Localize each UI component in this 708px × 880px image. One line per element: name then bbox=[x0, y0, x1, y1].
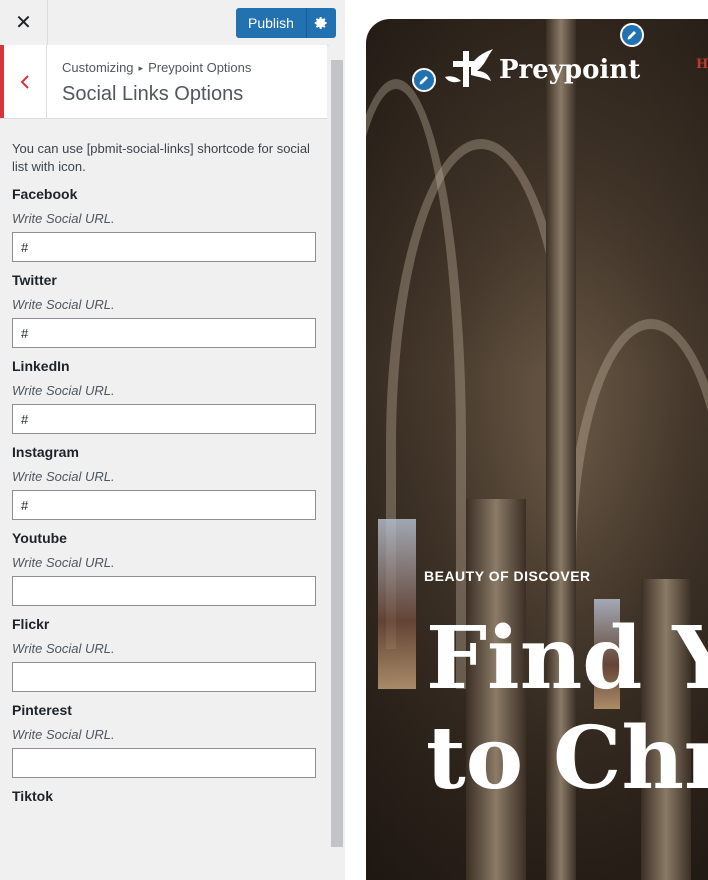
section-description: You can use [pbmit-social-links] shortco… bbox=[12, 141, 310, 174]
pinterest-control: Pinterest Write Social URL. bbox=[12, 702, 316, 778]
flickr-control: Flickr Write Social URL. bbox=[12, 616, 316, 692]
tiktok-label: Tiktok bbox=[12, 788, 53, 804]
twitter-control: Twitter Write Social URL. bbox=[12, 272, 316, 348]
hero-title-line-1: Find Y bbox=[426, 608, 708, 709]
pencil-icon bbox=[627, 31, 636, 40]
youtube-description: Write Social URL. bbox=[12, 555, 115, 570]
linkedin-label: LinkedIn bbox=[12, 358, 70, 374]
instagram-url-input[interactable] bbox=[12, 490, 316, 520]
breadcrumb-root: Customizing bbox=[62, 60, 134, 75]
hero-title: Find Y to Chr bbox=[426, 609, 708, 809]
customizer-sidebar: ✕ Publish Customizing ▸ Preypoint Options … bbox=[0, 0, 346, 880]
site-preview: Preypoint HOM BEAUTY OF DISCOVER Find Y … bbox=[345, 0, 708, 880]
facebook-url-input[interactable] bbox=[12, 232, 316, 262]
twitter-url-input[interactable] bbox=[12, 318, 316, 348]
breadcrumb-separator: ▸ bbox=[138, 63, 144, 73]
facebook-label: Facebook bbox=[12, 186, 78, 202]
publish-settings-button[interactable] bbox=[305, 8, 336, 38]
breadcrumb-parent: Preypoint Options bbox=[148, 60, 252, 75]
site-name: Preypoint bbox=[499, 55, 641, 85]
gear-icon bbox=[315, 17, 328, 29]
facebook-description: Write Social URL. bbox=[12, 211, 115, 226]
site-logo[interactable]: Preypoint bbox=[441, 47, 640, 93]
twitter-label: Twitter bbox=[12, 272, 57, 288]
flickr-url-input[interactable] bbox=[12, 662, 316, 692]
instagram-label: Instagram bbox=[12, 444, 79, 460]
edit-logo-shortcut[interactable] bbox=[412, 68, 436, 92]
nav-home-link[interactable]: HOM bbox=[696, 57, 708, 72]
flickr-description: Write Social URL. bbox=[12, 641, 115, 656]
hero-banner: Preypoint HOM BEAUTY OF DISCOVER Find Y … bbox=[366, 19, 708, 880]
pinterest-url-input[interactable] bbox=[12, 748, 316, 778]
twitter-description: Write Social URL. bbox=[12, 297, 115, 312]
breadcrumb: Customizing ▸ Preypoint Options bbox=[62, 60, 251, 75]
hero-kicker: BEAUTY OF DISCOVER bbox=[424, 568, 591, 584]
pinterest-description: Write Social URL. bbox=[12, 727, 115, 742]
close-customizer-button[interactable]: ✕ bbox=[0, 0, 48, 45]
publish-group: Publish bbox=[236, 8, 336, 38]
facebook-control: Facebook Write Social URL. bbox=[12, 186, 316, 262]
section-title: Social Links Options bbox=[62, 83, 244, 105]
dove-cross-logo bbox=[445, 49, 493, 87]
linkedin-description: Write Social URL. bbox=[12, 383, 115, 398]
tiktok-control: Tiktok bbox=[12, 788, 316, 804]
linkedin-url-input[interactable] bbox=[12, 404, 316, 434]
youtube-label: Youtube bbox=[12, 530, 67, 546]
close-icon: ✕ bbox=[15, 12, 32, 34]
youtube-control: Youtube Write Social URL. bbox=[12, 530, 316, 606]
edit-site-title-shortcut[interactable] bbox=[620, 23, 644, 47]
pencil-icon bbox=[419, 76, 428, 85]
stained-glass-window bbox=[378, 519, 416, 689]
chevron-left-icon bbox=[20, 74, 29, 89]
back-button[interactable] bbox=[0, 45, 47, 118]
hero-title-line-2: to Chr bbox=[426, 708, 708, 809]
instagram-description: Write Social URL. bbox=[12, 469, 115, 484]
controls-panel: You can use [pbmit-social-links] shortco… bbox=[12, 140, 316, 804]
flickr-label: Flickr bbox=[12, 616, 50, 632]
scrollbar-thumb[interactable] bbox=[331, 60, 343, 847]
youtube-url-input[interactable] bbox=[12, 576, 316, 606]
instagram-control: Instagram Write Social URL. bbox=[12, 444, 316, 520]
publish-button[interactable]: Publish bbox=[236, 8, 306, 38]
customizer-header: ✕ Publish bbox=[0, 0, 345, 46]
linkedin-control: LinkedIn Write Social URL. bbox=[12, 358, 316, 434]
pinterest-label: Pinterest bbox=[12, 702, 72, 718]
section-header: Customizing ▸ Preypoint Options Social Lin… bbox=[0, 45, 327, 119]
